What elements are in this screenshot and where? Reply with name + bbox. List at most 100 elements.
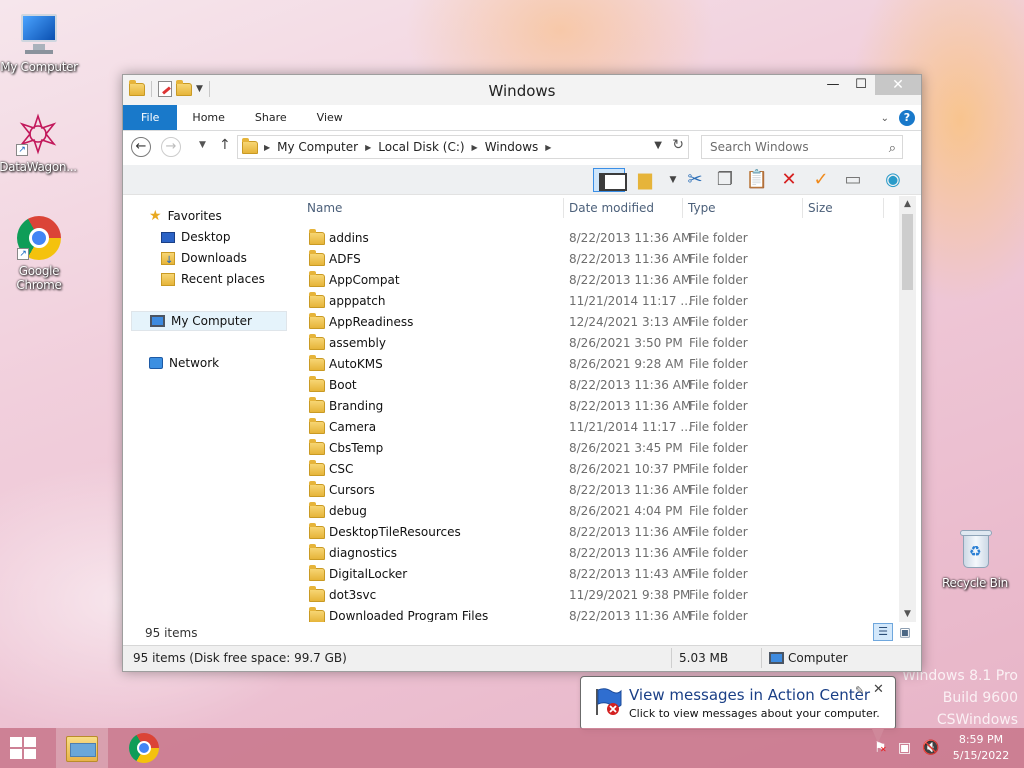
- checkmark-icon[interactable]: ✓: [809, 168, 833, 192]
- column-header-date[interactable]: Date modified: [563, 196, 681, 220]
- tab-home[interactable]: Home: [177, 105, 239, 130]
- action-center-notification[interactable]: View messages in Action Center Click to …: [580, 676, 896, 730]
- tab-view[interactable]: View: [302, 105, 358, 130]
- details-view-button[interactable]: ☰: [873, 623, 893, 641]
- breadcrumb-separator-icon[interactable]: ▶: [470, 143, 480, 152]
- file-date-modified: 8/22/2013 11:43 AM: [569, 567, 692, 581]
- desktop-icon-datawagon[interactable]: ↗ DataWagon...: [0, 110, 80, 174]
- title-bar[interactable]: ▼ Windows — ☐ ✕: [123, 75, 921, 105]
- breadcrumb-separator-icon[interactable]: ▶: [262, 143, 272, 152]
- table-row[interactable]: assembly 8/26/2021 3:50 PM File folder: [301, 333, 901, 354]
- scroll-down-icon[interactable]: ▼: [899, 606, 916, 622]
- nav-recent-places[interactable]: Recent places: [161, 269, 265, 289]
- cut-icon[interactable]: ✂: [683, 168, 707, 192]
- file-date-modified: 8/22/2013 11:36 AM: [569, 231, 692, 245]
- breadcrumb-my-computer[interactable]: My Computer: [272, 140, 363, 154]
- volume-muted-icon[interactable]: 🔇: [922, 740, 939, 756]
- delete-icon[interactable]: ✕: [777, 168, 801, 192]
- expand-ribbon-icon[interactable]: ⌄: [881, 113, 889, 124]
- paste-icon[interactable]: 📋: [745, 168, 769, 192]
- file-type: File folder: [689, 567, 748, 581]
- options-icon[interactable]: ✎: [855, 684, 864, 697]
- table-row[interactable]: dot3svc 11/29/2021 9:38 PM File folder: [301, 585, 901, 606]
- table-row[interactable]: apppatch 11/21/2014 11:17 ... File folder: [301, 291, 901, 312]
- breadcrumb-separator-icon[interactable]: ▶: [543, 143, 553, 152]
- nav-desktop[interactable]: Desktop: [161, 227, 231, 247]
- table-row[interactable]: AppCompat 8/22/2013 11:36 AM File folder: [301, 270, 901, 291]
- close-notification-icon[interactable]: ✕: [873, 682, 884, 697]
- desktop-icon-google-chrome[interactable]: ↗ Google Chrome: [0, 214, 81, 292]
- table-row[interactable]: Downloaded Program Files 8/22/2013 11:36 …: [301, 606, 901, 622]
- tab-file[interactable]: File: [123, 105, 178, 130]
- column-header-name[interactable]: Name: [301, 196, 561, 220]
- up-button[interactable]: ↑: [219, 137, 231, 153]
- back-button[interactable]: ←: [131, 137, 151, 157]
- table-row[interactable]: Boot 8/22/2013 11:36 AM File folder: [301, 375, 901, 396]
- file-type: File folder: [689, 483, 748, 497]
- table-row[interactable]: Branding 8/22/2013 11:36 AM File folder: [301, 396, 901, 417]
- table-row[interactable]: addins 8/22/2013 11:36 AM File folder: [301, 228, 901, 249]
- table-row[interactable]: ADFS 8/22/2013 11:36 AM File folder: [301, 249, 901, 270]
- preview-pane-button[interactable]: [593, 168, 627, 192]
- system-clock[interactable]: 8:59 PM 5/15/2022: [946, 732, 1016, 764]
- taskbar-file-explorer[interactable]: [56, 728, 108, 768]
- breadcrumb-local-disk[interactable]: Local Disk (C:): [373, 140, 469, 154]
- close-button[interactable]: ✕: [875, 75, 921, 95]
- action-center-tray-icon[interactable]: ⚑: [874, 740, 887, 756]
- nav-my-computer[interactable]: My Computer: [131, 311, 287, 331]
- table-row[interactable]: CSC 8/26/2021 10:37 PM File folder: [301, 459, 901, 480]
- divider: [671, 648, 672, 668]
- nav-downloads[interactable]: Downloads: [161, 248, 247, 271]
- nav-network[interactable]: Network: [149, 353, 219, 373]
- breadcrumb-windows[interactable]: Windows: [480, 140, 544, 154]
- globe-icon[interactable]: ◉: [881, 168, 905, 192]
- folder-icon: [309, 229, 325, 245]
- tab-share[interactable]: Share: [240, 105, 302, 130]
- folder-icon: [309, 586, 325, 602]
- table-row[interactable]: diagnostics 8/22/2013 11:36 AM File folder: [301, 543, 901, 564]
- table-row[interactable]: CbsTemp 8/26/2021 3:45 PM File folder: [301, 438, 901, 459]
- folder-icon: [242, 137, 258, 154]
- help-icon[interactable]: ?: [899, 110, 915, 126]
- chevron-down-icon[interactable]: ▼: [661, 168, 685, 192]
- minimize-button[interactable]: —: [819, 75, 847, 95]
- column-header-type[interactable]: Type: [682, 196, 800, 220]
- desktop-icon: [161, 231, 175, 243]
- breadcrumb-separator-icon[interactable]: ▶: [363, 143, 373, 152]
- desktop-icon-recycle-bin[interactable]: ♻ Recycle Bin: [933, 526, 1017, 590]
- nav-favorites[interactable]: ★ Favorites: [149, 206, 222, 226]
- address-bar[interactable]: ▶ My Computer ▶ Local Disk (C:) ▶ Window…: [237, 135, 689, 159]
- network-tray-icon[interactable]: ▣: [898, 740, 911, 756]
- table-row[interactable]: Camera 11/21/2014 11:17 ... File folder: [301, 417, 901, 438]
- vertical-scrollbar[interactable]: ▲ ▼: [899, 196, 916, 622]
- folder-options-icon[interactable]: ▆: [633, 168, 657, 192]
- address-row: ← → ▼ ↑ ▶ My Computer ▶ Local Disk (C:) …: [123, 131, 921, 165]
- table-row[interactable]: AutoKMS 8/26/2021 9:28 AM File folder: [301, 354, 901, 375]
- recent-locations-chevron-icon[interactable]: ▼: [199, 140, 206, 150]
- refresh-icon[interactable]: ↻: [672, 137, 684, 153]
- table-row[interactable]: debug 8/26/2021 4:04 PM File folder: [301, 501, 901, 522]
- large-icons-view-button[interactable]: ▣: [895, 623, 915, 641]
- copy-icon[interactable]: ❐: [713, 168, 737, 192]
- start-button[interactable]: [10, 737, 38, 759]
- star-icon: ★: [149, 208, 162, 224]
- rename-icon[interactable]: ▭: [841, 168, 865, 192]
- folder-icon: [309, 355, 325, 371]
- search-icon[interactable]: ⌕: [889, 138, 896, 160]
- column-header-size[interactable]: Size: [802, 196, 882, 220]
- address-history-chevron-icon[interactable]: ▼: [654, 140, 662, 151]
- window-title: Windows: [488, 82, 556, 100]
- scroll-up-icon[interactable]: ▲: [899, 196, 916, 212]
- forward-button[interactable]: →: [161, 137, 181, 157]
- table-row[interactable]: AppReadiness 12/24/2021 3:13 AM File folde…: [301, 312, 901, 333]
- search-input[interactable]: Search Windows ⌕: [701, 135, 903, 159]
- table-row[interactable]: DigitalLocker 8/22/2013 11:43 AM File fold…: [301, 564, 901, 585]
- table-row[interactable]: DesktopTileResources 8/22/2013 11:36 AM Fi…: [301, 522, 901, 543]
- scrollbar-thumb[interactable]: [902, 214, 913, 290]
- table-row[interactable]: Cursors 8/22/2013 11:36 AM File folder: [301, 480, 901, 501]
- maximize-button[interactable]: ☐: [847, 75, 875, 95]
- desktop-icon-my-computer[interactable]: My Computer: [0, 10, 81, 74]
- file-list: ^ Name Date modified Type Size addins 8/2…: [301, 196, 903, 622]
- taskbar-google-chrome[interactable]: [118, 728, 170, 768]
- action-center-flag-icon: [596, 688, 622, 715]
